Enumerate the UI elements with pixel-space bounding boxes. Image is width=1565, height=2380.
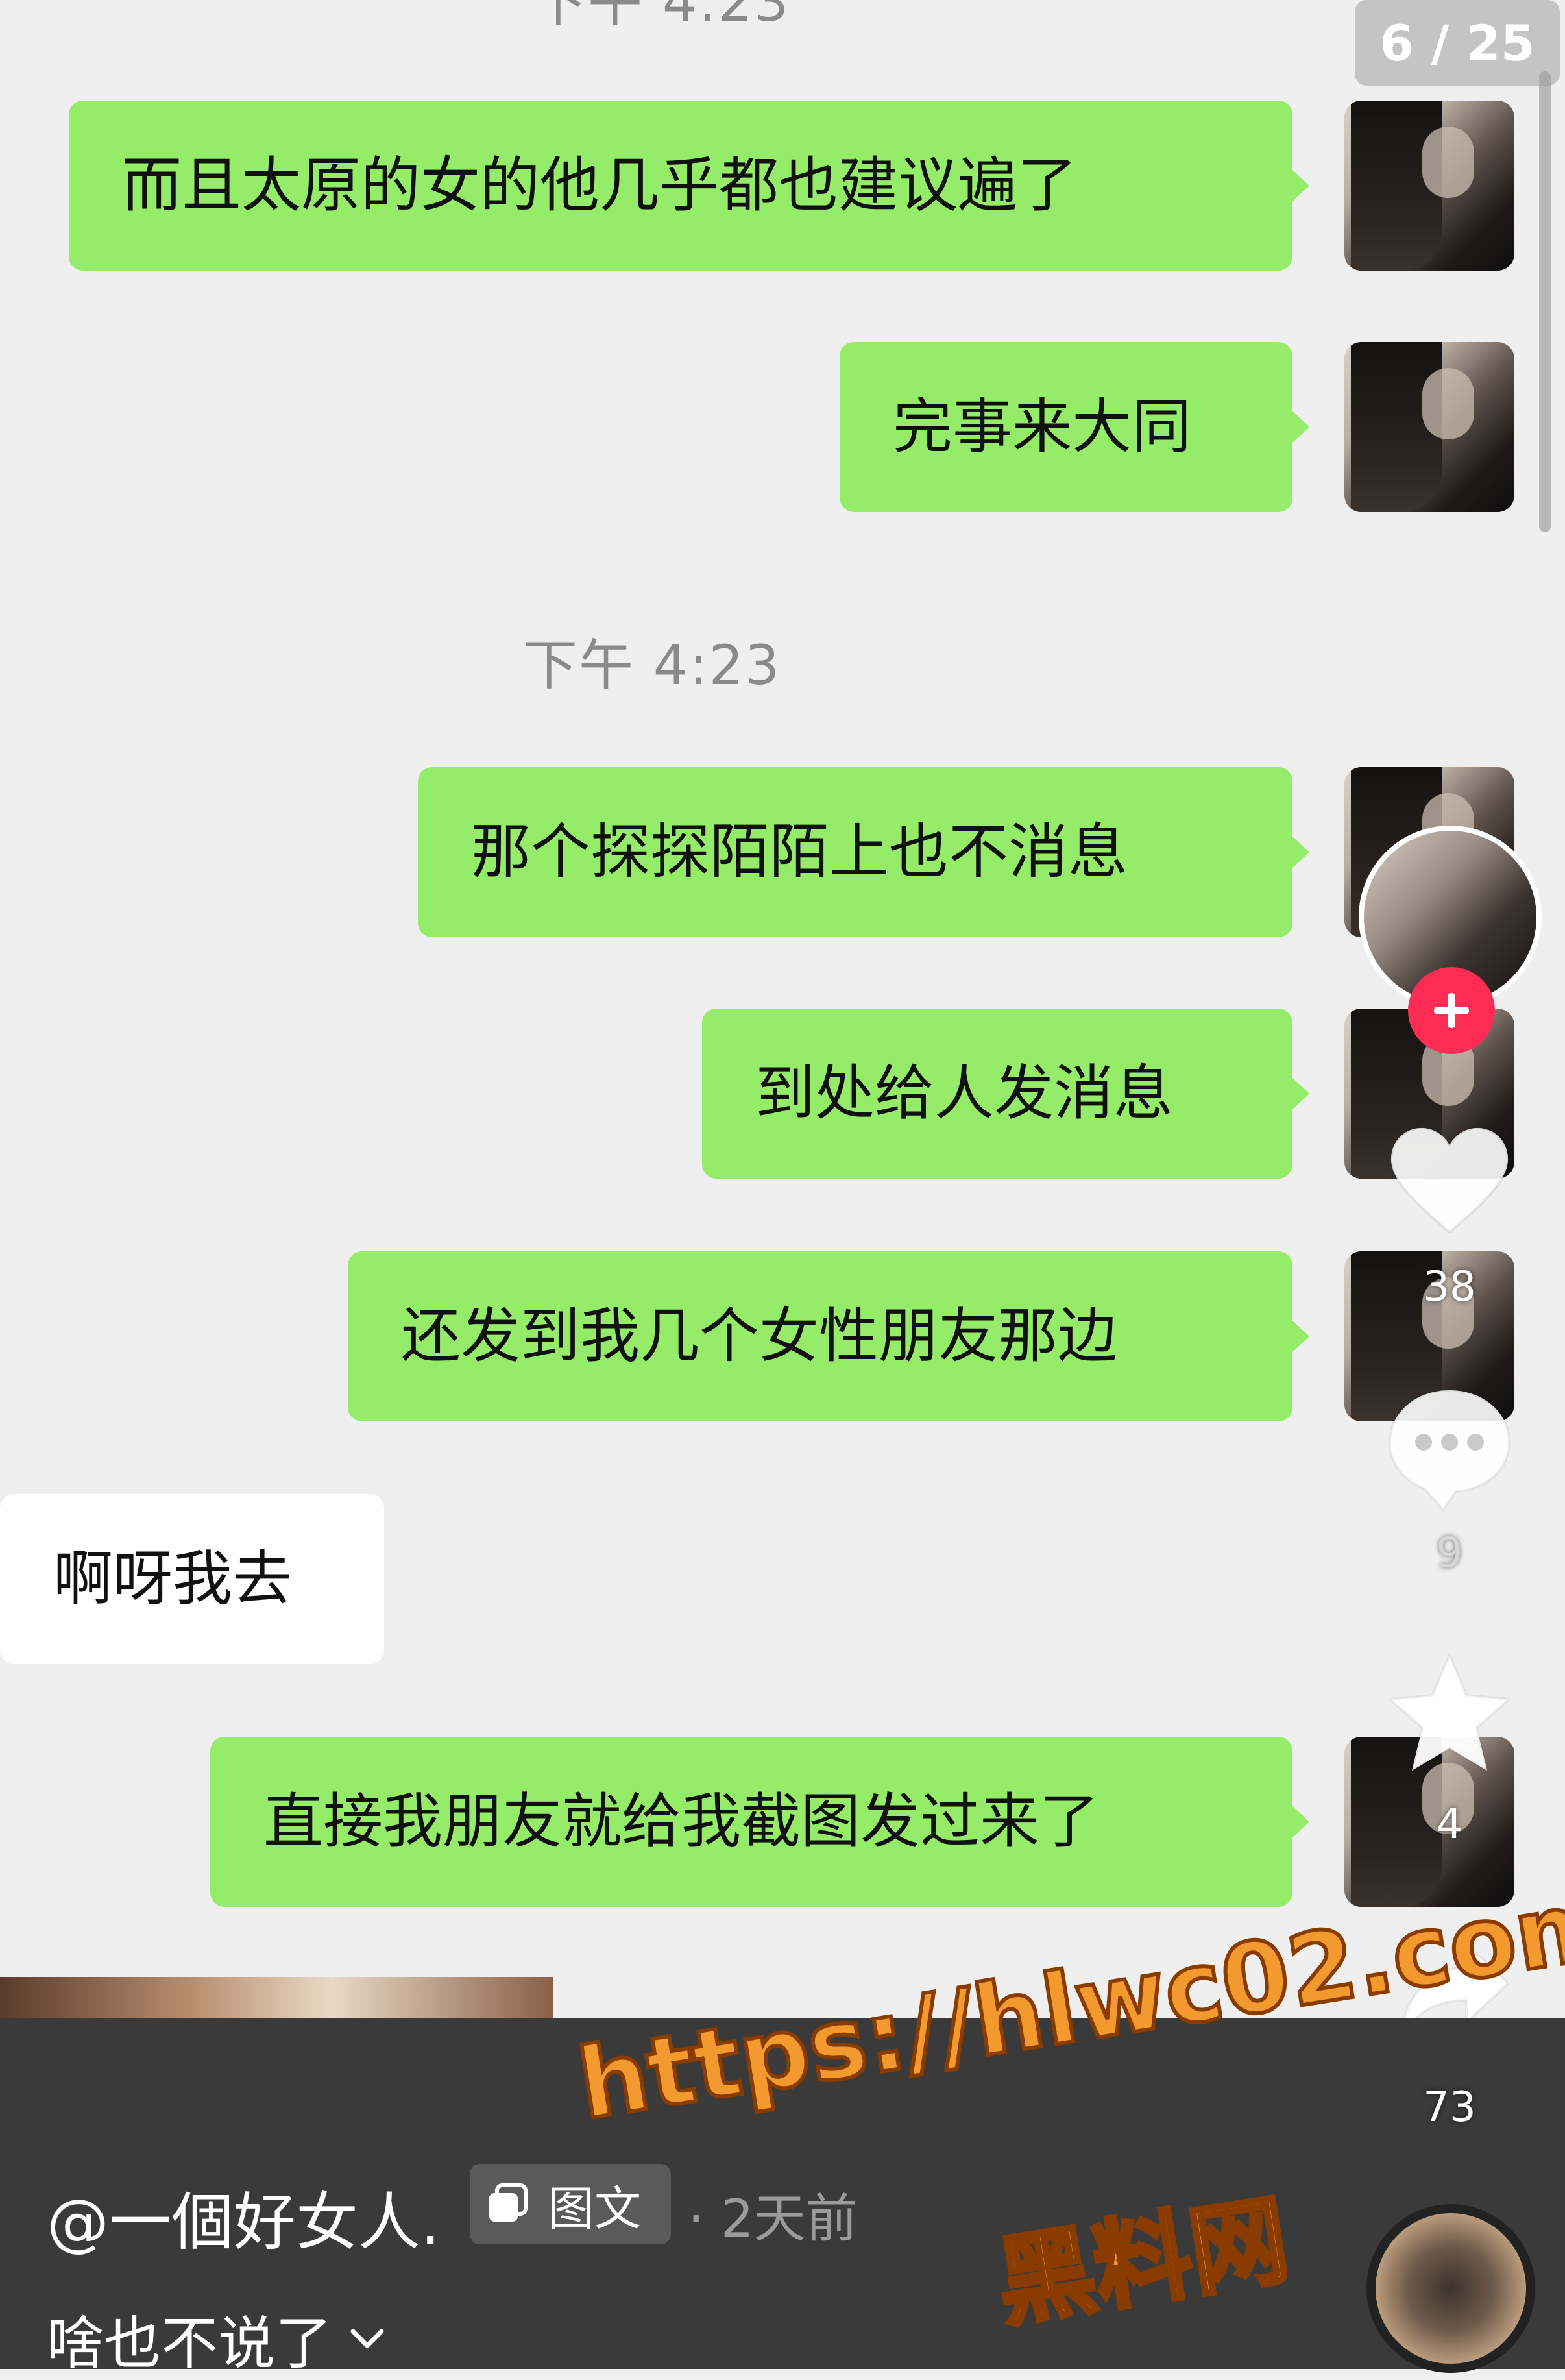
sender-avatar: [1344, 101, 1514, 271]
chat-timestamp: 下午 4:23: [523, 633, 781, 697]
message-bubble: 直接我朋友就给我截图发过来了: [210, 1737, 1309, 1907]
top-timestamp: 下午 4:23: [532, 0, 790, 34]
comment-count: 9: [1436, 1529, 1463, 1577]
favorite-count: 4: [1436, 1800, 1463, 1848]
author-name[interactable]: @一個好女人.: [47, 2172, 441, 2262]
message-bubble: 完事来大同: [840, 342, 1309, 512]
scrollbar[interactable]: [1539, 71, 1551, 532]
page-counter: 6 / 25: [1355, 0, 1560, 86]
message-bubble: 而且太原的女的他几乎都也建议遍了: [69, 101, 1309, 271]
music-disc-avatar[interactable]: [1366, 2204, 1535, 2373]
message-text: 那个探探陌陌上也不消息: [471, 817, 1128, 887]
message-text: 还发到我几个女性朋友那边: [401, 1301, 1118, 1371]
message-text: 啊呀我去: [53, 1544, 293, 1613]
follow-plus-icon[interactable]: [1408, 967, 1495, 1054]
post-type-tag: 图文: [470, 2164, 671, 2244]
chevron-down-icon: [350, 2329, 384, 2348]
post-time: · 2天前: [688, 2189, 858, 2249]
sender-avatar: [1344, 342, 1514, 512]
message-bubble: 还发到我几个女性朋友那边: [348, 1251, 1309, 1421]
star-icon: [1389, 1654, 1510, 1772]
comment-icon: [1388, 1388, 1511, 1512]
post-caption[interactable]: 啥也不说了: [47, 2298, 387, 2380]
message-text: 完事来大同: [893, 392, 1192, 461]
message-text: 而且太原的女的他几乎都也建议遍了: [122, 151, 1078, 220]
comment-button[interactable]: [1385, 1382, 1514, 1512]
share-count: 73: [1423, 2083, 1476, 2131]
message-text: 到处给人发消息: [755, 1059, 1174, 1128]
favorite-button[interactable]: [1385, 1647, 1514, 1777]
message-bubble: 到处给人发消息: [702, 1009, 1309, 1179]
chat-screenshot: 下午 4:23 而且太原的女的他几乎都也建议遍了 完事来大同 下午 4:23 那…: [0, 0, 1565, 2018]
gallery-icon: [489, 2183, 528, 2222]
post-type-label: 图文: [548, 2181, 642, 2236]
caption-text: 啥也不说了: [47, 2310, 333, 2377]
message-bubble-received: 啊呀我去: [0, 1494, 384, 1664]
message-text: 直接我朋友就给我截图发过来了: [263, 1787, 1100, 1856]
heart-icon: [1389, 1127, 1510, 1234]
message-bubble: 那个探探陌陌上也不消息: [418, 767, 1309, 937]
like-button[interactable]: [1385, 1116, 1514, 1246]
image-message-thumbnail: [0, 1977, 553, 2018]
like-count: 38: [1423, 1263, 1476, 1311]
